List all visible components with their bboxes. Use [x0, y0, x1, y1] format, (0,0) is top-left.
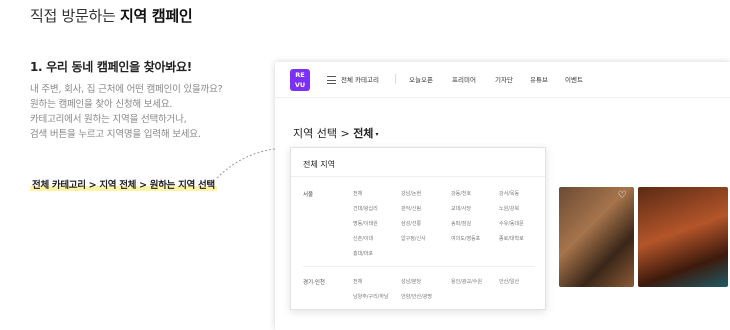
- region-option[interactable]: 성남/분당: [401, 278, 421, 285]
- top-navigation: RE VU 전체 카테고리 오늘오픈 프리미어 기자단 유튜브 이벤트: [275, 62, 730, 98]
- region-option[interactable]: 강서/목동: [499, 190, 519, 197]
- step-line: 원하는 캠페인을 찾아 신청해 보세요.: [30, 99, 173, 110]
- region-option[interactable]: 강남/논현: [401, 190, 421, 197]
- region-option[interactable]: 신촌/이대: [353, 235, 373, 242]
- divider: [303, 266, 535, 267]
- region-option[interactable]: 삼성/선릉: [401, 220, 421, 227]
- step-title: 1. 우리 동네 캠페인을 찾아봐요!: [30, 60, 192, 74]
- dropdown-heading[interactable]: 전체 지역: [303, 159, 335, 170]
- menu-icon[interactable]: [327, 76, 336, 84]
- region-option[interactable]: 노원/강북: [499, 205, 519, 212]
- region-option[interactable]: 여의도/영등포: [451, 235, 480, 242]
- nav-item-premier[interactable]: 프리미어: [452, 74, 476, 84]
- region-option[interactable]: 용인/광교/수원: [451, 278, 482, 285]
- region-option[interactable]: 압구정/신사: [401, 235, 426, 242]
- nav-item-today-open[interactable]: 오늘오픈: [409, 74, 433, 84]
- campaign-thumbnail[interactable]: [559, 187, 634, 287]
- step-line: 내 주변, 회사, 집 근처에 어떤 캠페인이 있을까요?: [30, 84, 223, 95]
- path-hint: 전체 카테고리 > 지역 전체 > 원하는 지역 선택: [30, 177, 217, 191]
- region-option[interactable]: 수유/동대문: [499, 220, 524, 227]
- group-label-seoul: 서울: [303, 192, 314, 198]
- step-description: 내 주변, 회사, 집 근처에 어떤 캠페인이 있을까요? 원하는 캠페인을 찾…: [30, 82, 223, 142]
- heart-icon[interactable]: ♡: [616, 190, 628, 202]
- page-title: 직접 방문하는 지역 캠페인: [30, 7, 193, 25]
- region-option[interactable]: 전체: [353, 190, 362, 197]
- region-option[interactable]: 관악/신림: [401, 205, 421, 212]
- nav-item-reporters[interactable]: 기자단: [495, 74, 513, 84]
- region-option[interactable]: 전체: [353, 278, 362, 285]
- region-option[interactable]: 건대/왕십리: [353, 205, 378, 212]
- region-dropdown: 전체 지역 서울 전체 강남/논현 강동/천호 강서/목동 건대/왕십리 관악/…: [290, 147, 546, 310]
- step-line: 카테고리에서 원하는 지역을 선택하거나,: [30, 114, 187, 125]
- region-option[interactable]: 홍대/마포: [353, 250, 373, 257]
- campaign-thumbnail[interactable]: [638, 187, 728, 287]
- divider: [291, 176, 545, 177]
- region-option[interactable]: 안양/안산/광명: [401, 293, 432, 300]
- chevron-down-icon: ▾: [375, 130, 379, 138]
- region-select[interactable]: 지역 선택 > 전체 ▾: [293, 125, 378, 141]
- revu-logo[interactable]: RE VU: [290, 69, 310, 91]
- region-option[interactable]: 종로/대학로: [499, 235, 524, 242]
- step-line: 검색 버튼을 누르고 지역명을 입력해 보세요.: [30, 129, 201, 140]
- nav-all-categories[interactable]: 전체 카테고리: [341, 74, 379, 84]
- region-option[interactable]: 교대/사당: [451, 205, 471, 212]
- nav-item-youtube[interactable]: 유튜브: [530, 74, 548, 84]
- region-option[interactable]: 강동/천호: [451, 190, 471, 197]
- nav-item-event[interactable]: 이벤트: [565, 74, 583, 84]
- region-option[interactable]: 송파/잠실: [451, 220, 471, 227]
- region-option[interactable]: 안산/일산: [499, 278, 519, 285]
- region-option[interactable]: 남양주/구리/하남: [353, 293, 389, 300]
- group-label-gyeonggi-incheon: 경기·인천: [303, 280, 325, 286]
- region-option[interactable]: 명동/이태원: [353, 220, 378, 227]
- nav-divider: [395, 74, 396, 84]
